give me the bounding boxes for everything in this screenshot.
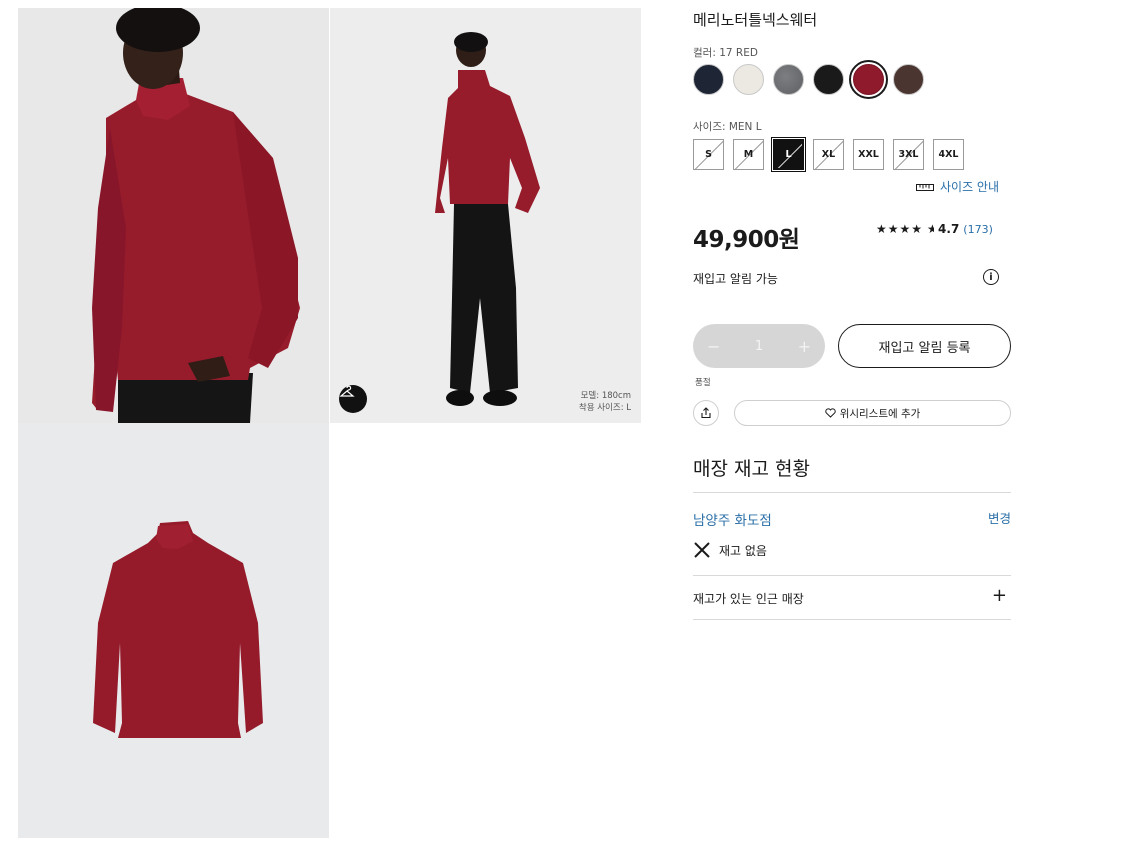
size-option-l[interactable]: L [771, 137, 806, 172]
share-button[interactable] [693, 400, 719, 426]
size-option-label: 4XL [938, 149, 959, 160]
rating-value: 4.7 [938, 222, 960, 236]
quantity-value: 1 [754, 338, 764, 354]
divider [693, 619, 1011, 620]
color-label: 컬러: 17 RED [693, 47, 758, 59]
size-option-3xl[interactable]: 3XL [893, 139, 924, 170]
rating-half-star: ★ [927, 222, 935, 236]
size-options: S M L XL XXL 3XL 4XL [693, 137, 964, 172]
model-size: 착용 사이즈: L [578, 403, 631, 413]
quantity-plus-button[interactable]: + [798, 337, 811, 356]
size-option-label: M [743, 149, 754, 160]
product-photo-model-full[interactable]: 모델: 180cm 착용 사이즈: L [330, 8, 641, 423]
store-stock-title: 매장 재고 현황 [693, 458, 810, 480]
size-label: 사이즈: MEN L [693, 121, 762, 133]
product-photo-model-closeup[interactable] [18, 8, 329, 423]
color-swatch-gray[interactable] [773, 64, 804, 95]
close-icon [694, 542, 710, 558]
size-option-label: L [785, 149, 792, 160]
size-option-label: XL [821, 149, 836, 160]
color-swatch-off-white[interactable] [733, 64, 764, 95]
color-swatch-navy[interactable] [693, 64, 724, 95]
info-icon[interactable]: i [983, 269, 999, 285]
color-swatch-brown[interactable] [893, 64, 924, 95]
product-title: 메리노터틀넥스웨터 [693, 11, 818, 29]
nearby-stores-toggle[interactable]: 재고가 있는 인근 매장 [693, 590, 804, 607]
product-rating[interactable]: ★★★★ ★ 4.7 (173) [876, 222, 993, 236]
wishlist-label: 위시리스트에 추가 [839, 407, 921, 420]
size-option-4xl[interactable]: 4XL [933, 139, 964, 170]
size-option-m[interactable]: M [733, 139, 764, 170]
sweater-flat-illustration [18, 423, 329, 838]
quantity-minus-button[interactable]: − [707, 337, 720, 356]
change-store-link[interactable]: 변경 [988, 508, 1011, 527]
sold-out-label: 품절 [695, 378, 711, 388]
size-option-xl[interactable]: XL [813, 139, 844, 170]
stock-status-label: 재고 없음 [719, 543, 767, 558]
divider [693, 575, 1011, 576]
review-count-link[interactable]: (173) [963, 223, 993, 236]
size-option-label: XXL [858, 149, 879, 160]
restock-available-text: 재입고 알림 가능 [693, 272, 778, 286]
model-full-illustration [330, 8, 641, 423]
heart-icon [824, 408, 836, 418]
divider [693, 492, 1011, 493]
model-info: 모델: 180cm 착용 사이즈: L [579, 390, 631, 414]
rating-stars: ★★★★ [876, 222, 924, 236]
wishlist-button[interactable]: 위시리스트에 추가 [734, 400, 1011, 426]
model-height: 모델: 180cm [580, 391, 631, 401]
size-option-label: 3XL [898, 149, 919, 160]
quantity-stepper[interactable]: − 1 + [693, 324, 825, 368]
restock-alert-button[interactable]: 재입고 알림 등록 [838, 324, 1011, 368]
color-swatches [693, 60, 924, 99]
size-option-xxl[interactable]: XXL [853, 139, 884, 170]
color-swatch-red[interactable] [849, 60, 888, 99]
size-option-label: S [705, 149, 712, 160]
plus-icon[interactable]: + [992, 585, 1007, 606]
color-swatch-black[interactable] [813, 64, 844, 95]
size-guide-label: 사이즈 안내 [940, 180, 1000, 194]
model-closeup-illustration [18, 8, 329, 423]
hanger-icon[interactable] [339, 385, 367, 413]
share-icon [701, 407, 711, 419]
product-price: 49,900원 [693, 227, 800, 253]
product-photo-flat[interactable] [18, 423, 329, 838]
ruler-icon [916, 183, 934, 191]
size-option-s[interactable]: S [693, 139, 724, 170]
store-name-link[interactable]: 남양주 화도점 [693, 509, 772, 529]
stock-status: 재고 없음 [693, 541, 767, 559]
size-guide-link[interactable]: 사이즈 안내 [916, 178, 999, 195]
